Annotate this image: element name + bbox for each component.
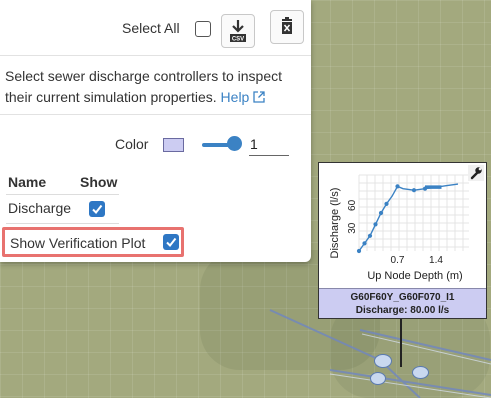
- discharge-value: Discharge: 80.00 l/s: [355, 305, 450, 316]
- download-csv-icon: CSV: [230, 20, 246, 43]
- data-point: [384, 201, 389, 206]
- delete-button[interactable]: [270, 10, 304, 44]
- data-point: [422, 186, 428, 191]
- sewer-node[interactable]: [370, 372, 386, 385]
- verification-chart: 0.7 1.4 30 60 Up Node Depth (m) Discharge …: [329, 174, 469, 282]
- y-tick-label: 30: [347, 222, 358, 234]
- color-label: Color: [115, 136, 149, 152]
- select-all-checkbox[interactable]: [195, 21, 211, 37]
- help-link[interactable]: Help: [221, 89, 266, 105]
- y-tick-label: 60: [347, 199, 358, 211]
- chart-grid: [358, 174, 469, 251]
- data-point: [395, 184, 400, 189]
- series-line: [358, 183, 459, 252]
- sewer-node[interactable]: [374, 354, 392, 368]
- data-point: [362, 241, 367, 246]
- popup-leader-line: [400, 319, 402, 367]
- panel-toolbar: Select All CSV: [0, 0, 311, 55]
- data-point: [367, 233, 373, 238]
- select-all-label: Select All: [122, 20, 180, 36]
- data-point: [411, 188, 417, 193]
- divider: [0, 55, 311, 56]
- sewer-node[interactable]: [412, 366, 429, 379]
- verification-plot-label: Show Verification Plot: [10, 235, 146, 251]
- x-tick-label: 0.7: [391, 255, 405, 266]
- panel-description: Select sewer discharge controllers to in…: [5, 66, 305, 108]
- data-point: [373, 222, 378, 227]
- popup-footer: G60F60Y_G60F070_I1 Discharge: 80.00 l/s: [319, 288, 486, 318]
- wrench-icon[interactable]: [468, 165, 484, 181]
- column-header-show: Show: [80, 174, 118, 190]
- x-tick-label: 1.4: [429, 255, 443, 266]
- check-icon: [92, 204, 103, 215]
- help-label[interactable]: Help: [221, 89, 250, 105]
- table-divider: [6, 223, 119, 224]
- data-point: [356, 248, 362, 254]
- trash-icon: [282, 17, 292, 34]
- verification-plot-checkbox[interactable]: [163, 234, 179, 250]
- row-name: Discharge: [8, 200, 72, 216]
- check-icon: [166, 237, 177, 248]
- x-axis-label: Up Node Depth (m): [367, 270, 462, 282]
- y-axis-label: Discharge (l/s): [329, 188, 341, 259]
- csv-caption: CSV: [232, 37, 244, 43]
- discharge-controller-panel: Select All CSV Select sewer discharge co…: [0, 0, 311, 262]
- external-link-icon: [253, 91, 265, 103]
- download-csv-button[interactable]: CSV: [221, 14, 255, 48]
- divider: [0, 114, 311, 115]
- size-input[interactable]: 1: [249, 134, 289, 156]
- data-point: [378, 210, 384, 216]
- verification-plot-row: Show Verification Plot: [2, 227, 184, 257]
- color-swatch[interactable]: [163, 138, 184, 152]
- size-slider-thumb[interactable]: [227, 136, 242, 151]
- show-discharge-checkbox[interactable]: [89, 201, 105, 217]
- verification-plot-popup: 0.7 1.4 30 60 Up Node Depth (m) Discharge …: [318, 162, 487, 319]
- column-header-name: Name: [8, 174, 47, 190]
- table-divider: [6, 194, 119, 195]
- controller-id: G60F60Y_G60F070_I1: [350, 292, 455, 303]
